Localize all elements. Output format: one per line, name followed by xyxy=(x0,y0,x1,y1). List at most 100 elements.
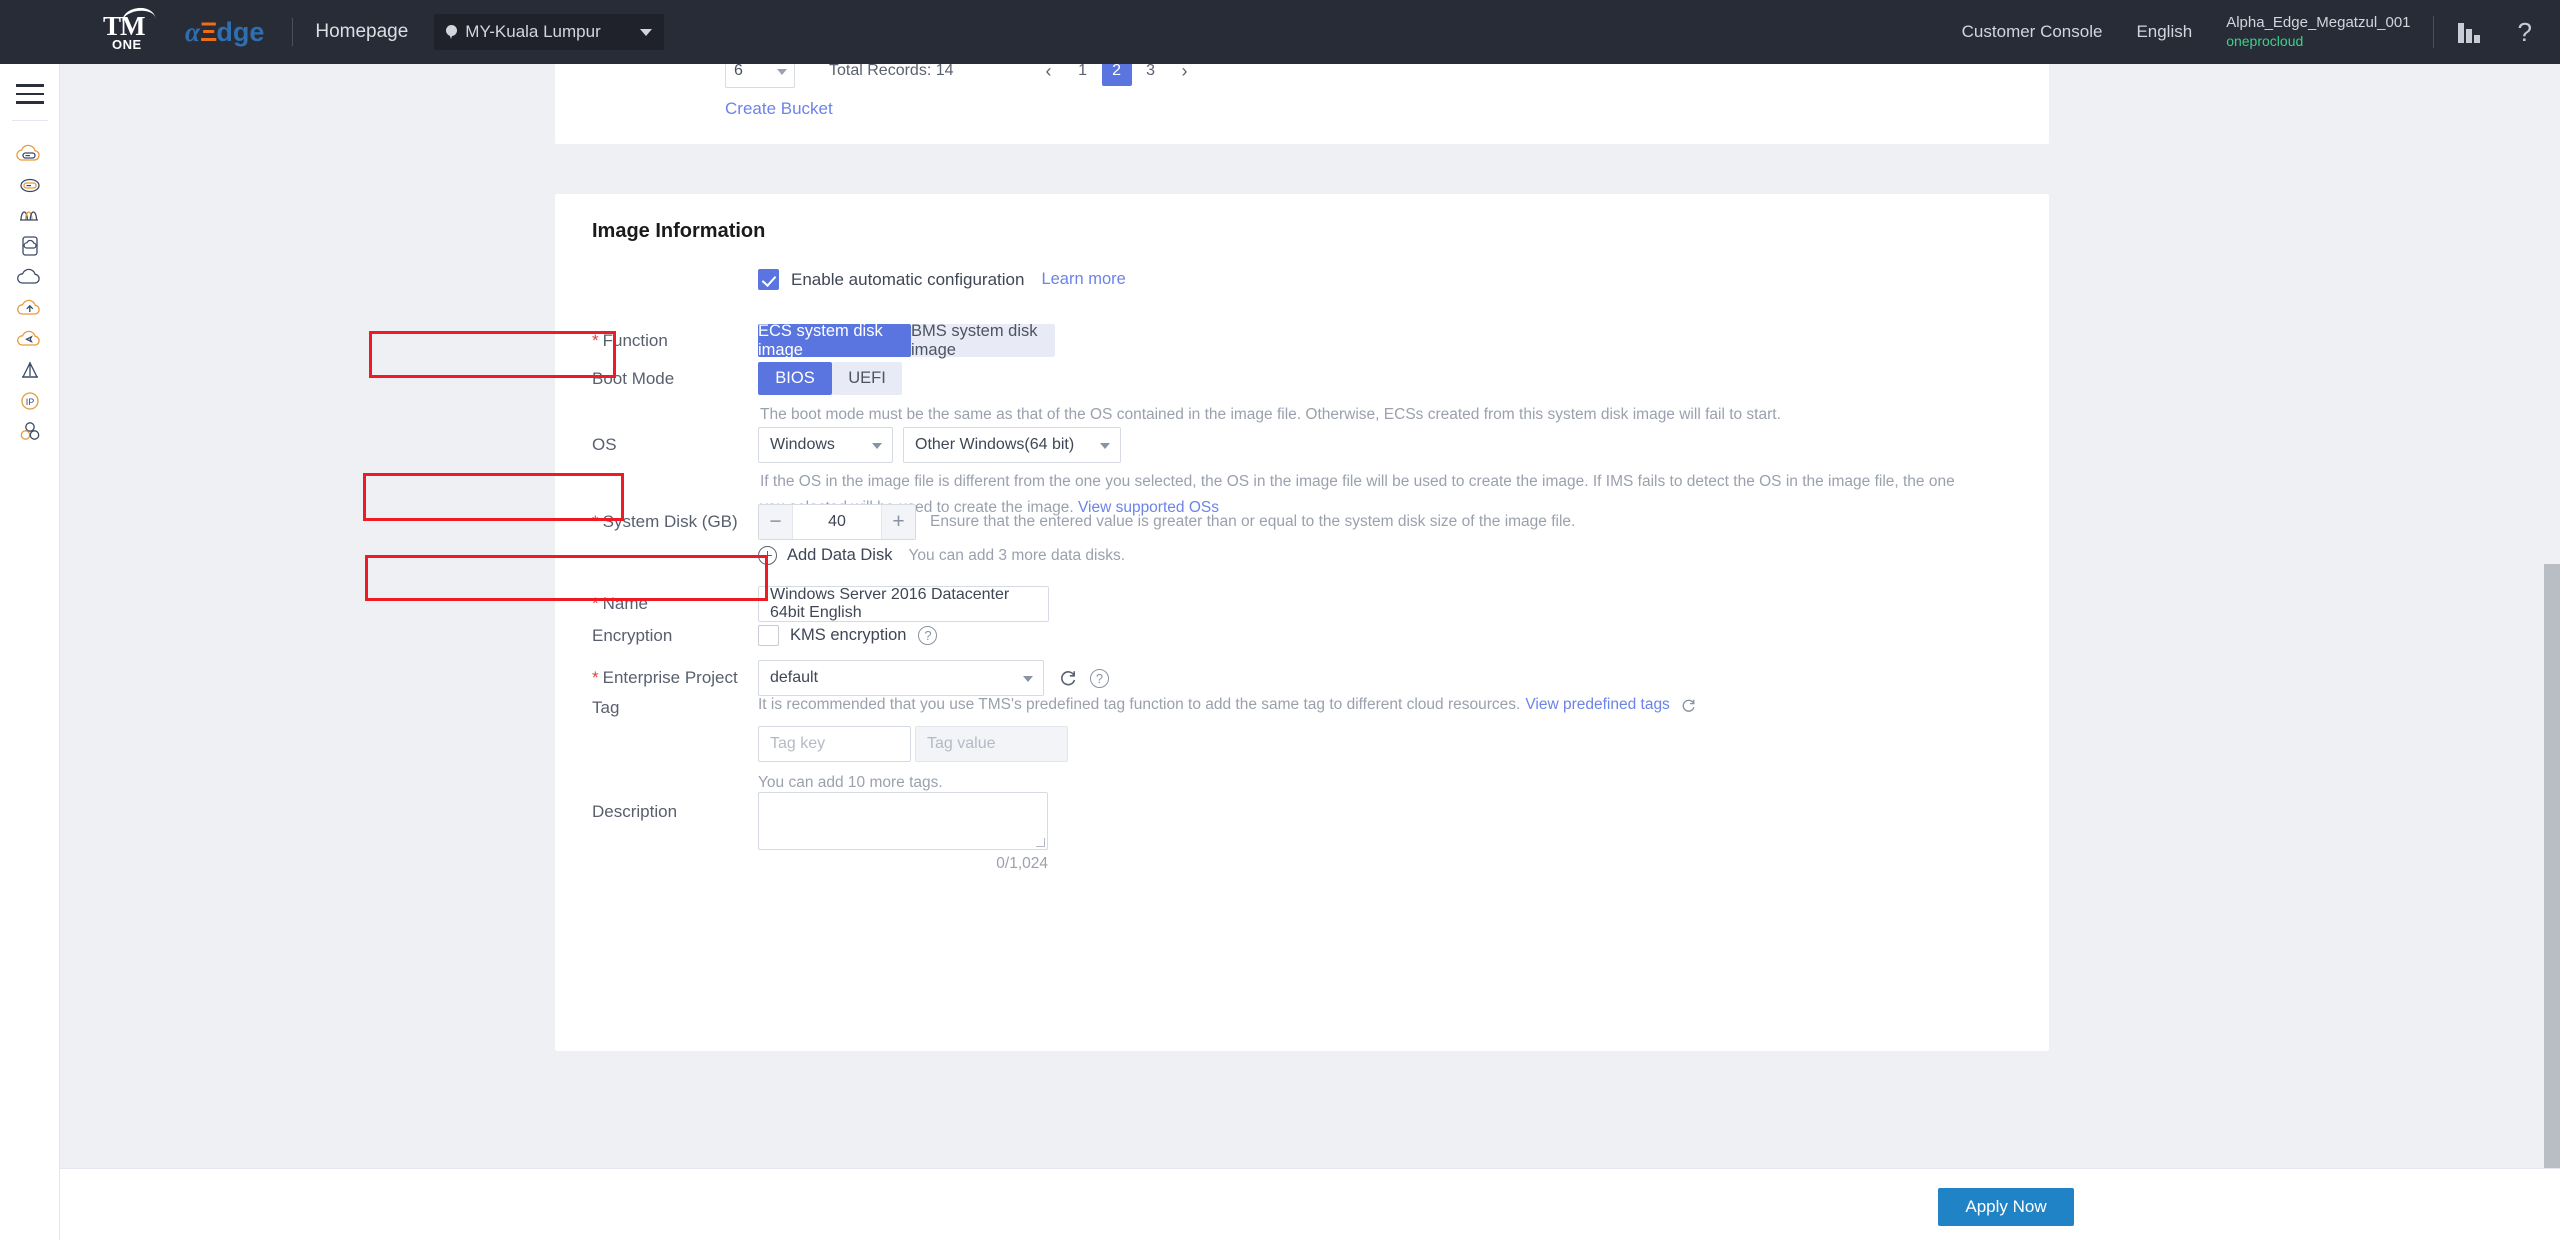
boot-mode-option-bios[interactable]: BIOS xyxy=(758,362,832,395)
add-data-disk-button[interactable]: Add Data Disk xyxy=(787,546,892,565)
account-name: Alpha_Edge_Megatzul_001 xyxy=(2226,13,2411,31)
os-version-value: Other Windows(64 bit) xyxy=(915,436,1075,453)
resize-grip-icon[interactable] xyxy=(1036,838,1045,847)
section-title: Image Information xyxy=(592,220,766,242)
create-bucket-link[interactable]: Create Bucket xyxy=(725,99,833,119)
customer-console-link[interactable]: Customer Console xyxy=(1962,22,2103,42)
total-records-label: Total Records: 14 xyxy=(829,64,954,79)
os-label: OS xyxy=(592,435,617,454)
chevron-down-icon xyxy=(640,29,653,36)
tag-label: Tag xyxy=(592,698,620,717)
tag-hint-line: It is recommended that you use TMS's pre… xyxy=(758,696,1697,714)
chevron-down-icon xyxy=(872,443,882,449)
pagination-page-2[interactable]: 2 xyxy=(1101,64,1132,86)
tag-counter: You can add 10 more tags. xyxy=(758,774,943,791)
nav-homepage-link[interactable]: Homepage xyxy=(315,21,408,43)
rail-item-network-wave[interactable] xyxy=(13,198,47,232)
function-option-bms[interactable]: BMS system disk image xyxy=(911,322,1055,359)
system-disk-decrement-button[interactable]: − xyxy=(759,505,793,539)
kms-encryption-label: KMS encryption xyxy=(790,626,907,644)
logo-e-glyph: Ξ xyxy=(199,16,217,47)
image-information-card: Image Information Enable automatic confi… xyxy=(555,194,2049,1051)
cloud-migrate-icon xyxy=(17,330,40,346)
rail-divider xyxy=(12,120,48,121)
logo-dge-text: dge xyxy=(216,16,265,47)
tag-row: Tag It is recommended that you use TMS's… xyxy=(592,696,1697,792)
tm-one-logo-icon: TM ONE xyxy=(95,5,181,55)
add-data-disk-hint: You can add 3 more data disks. xyxy=(908,546,1126,564)
page-content-area: 6 Total Records: 14 ‹ 1 2 3 › Create Buc… xyxy=(60,64,2560,1168)
help-question-icon[interactable]: ? xyxy=(2518,19,2532,45)
region-selector[interactable]: MY-Kuala Lumpur xyxy=(434,14,665,50)
name-label: * Name xyxy=(592,594,648,613)
brand-logo[interactable]: TM ONE α Ξ dge xyxy=(95,5,265,55)
pagination-prev-button[interactable]: ‹ xyxy=(1034,64,1064,86)
rail-item-device-cloud[interactable] xyxy=(13,229,47,263)
refresh-icon[interactable] xyxy=(1680,697,1697,714)
bar-chart-icon[interactable] xyxy=(2457,21,2484,43)
os-family-select[interactable]: Windows xyxy=(758,427,893,463)
footer-action-bar: Apply Now xyxy=(60,1168,2560,1240)
tag-value-input[interactable]: Tag value xyxy=(915,726,1068,762)
kms-help-icon[interactable]: ? xyxy=(918,626,938,645)
cluster-icon xyxy=(20,422,40,440)
cloud-server-icon xyxy=(16,144,40,161)
description-counter: 0/1,024 xyxy=(996,855,1048,872)
os-family-value: Windows xyxy=(770,436,835,453)
rail-item-cluster[interactable] xyxy=(13,415,47,449)
tag-predefined-link[interactable]: View predefined tags xyxy=(1525,696,1669,714)
system-disk-hint: Ensure that the entered value is greater… xyxy=(930,513,1576,530)
rail-item-antenna[interactable] xyxy=(13,353,47,387)
location-pin-icon xyxy=(446,25,458,39)
rail-item-cloud-upload[interactable] xyxy=(13,291,47,325)
encryption-row: Encryption KMS encryption ? xyxy=(592,625,938,646)
tag-hint-text: It is recommended that you use TMS's pre… xyxy=(758,696,1521,713)
system-disk-input[interactable]: 40 xyxy=(793,505,881,539)
scrollbar-thumb[interactable] xyxy=(2544,564,2560,1168)
logo-one-text: ONE xyxy=(112,37,142,52)
apply-now-button[interactable]: Apply Now xyxy=(1938,1188,2074,1226)
rail-item-cloud-migrate[interactable] xyxy=(13,322,47,356)
function-option-ecs[interactable]: ECS system disk image xyxy=(758,322,911,359)
account-menu[interactable]: Alpha_Edge_Megatzul_001 oneprocloud xyxy=(2226,14,2410,50)
function-row: * Function ECS system disk image BMS syst… xyxy=(592,322,1055,359)
required-marker: * xyxy=(592,668,599,687)
rail-item-cloud-storage[interactable] xyxy=(13,168,47,202)
region-selector-value: MY-Kuala Lumpur xyxy=(465,22,601,41)
antenna-icon xyxy=(21,361,39,378)
rail-item-cloud[interactable] xyxy=(13,260,47,294)
enterprise-project-value: default xyxy=(770,669,819,686)
auto-config-row: Enable automatic configuration Learn mor… xyxy=(592,269,1126,290)
required-marker: * xyxy=(592,594,599,613)
pagination-next-button[interactable]: › xyxy=(1170,64,1200,86)
pagination-page-1[interactable]: 1 xyxy=(1068,64,1098,86)
auto-config-learn-more-link[interactable]: Learn more xyxy=(1041,270,1125,289)
rail-item-cloud-server[interactable] xyxy=(13,138,47,172)
image-name-input[interactable]: Windows Server 2016 Datacenter 64bit Eng… xyxy=(758,586,1049,622)
os-version-select[interactable]: Other Windows(64 bit) xyxy=(903,427,1121,463)
refresh-icon[interactable] xyxy=(1058,668,1078,688)
nav-divider-2 xyxy=(2432,16,2434,48)
pagination-page-3[interactable]: 3 xyxy=(1136,64,1166,86)
page-size-select[interactable]: 6 xyxy=(725,64,795,88)
boot-mode-label: Boot Mode xyxy=(592,368,675,388)
page-size-value: 6 xyxy=(734,64,743,79)
language-selector[interactable]: English xyxy=(2136,22,2192,42)
tag-key-input[interactable]: Tag key xyxy=(758,726,911,762)
required-marker: * xyxy=(592,512,599,531)
enterprise-project-select[interactable]: default xyxy=(758,660,1044,696)
boot-mode-hint: The boot mode must be the same as that o… xyxy=(760,406,1781,423)
boot-mode-option-uefi[interactable]: UEFI xyxy=(832,362,902,395)
rail-item-ip[interactable]: IP xyxy=(13,384,47,418)
ip-icon: IP xyxy=(21,392,39,410)
chevron-down-icon xyxy=(777,69,787,75)
description-textarea[interactable] xyxy=(758,792,1048,850)
plus-circle-icon[interactable] xyxy=(758,546,777,565)
kms-encryption-checkbox[interactable] xyxy=(758,625,779,646)
system-disk-increment-button[interactable]: + xyxy=(881,505,915,539)
chevron-down-icon xyxy=(1023,676,1033,682)
hamburger-menu-icon[interactable] xyxy=(16,84,44,104)
system-disk-row: * System Disk (GB) − 40 + Ensure that the… xyxy=(592,504,1575,540)
auto-config-checkbox[interactable] xyxy=(758,269,779,290)
enterprise-project-help-icon[interactable]: ? xyxy=(1090,668,1109,688)
